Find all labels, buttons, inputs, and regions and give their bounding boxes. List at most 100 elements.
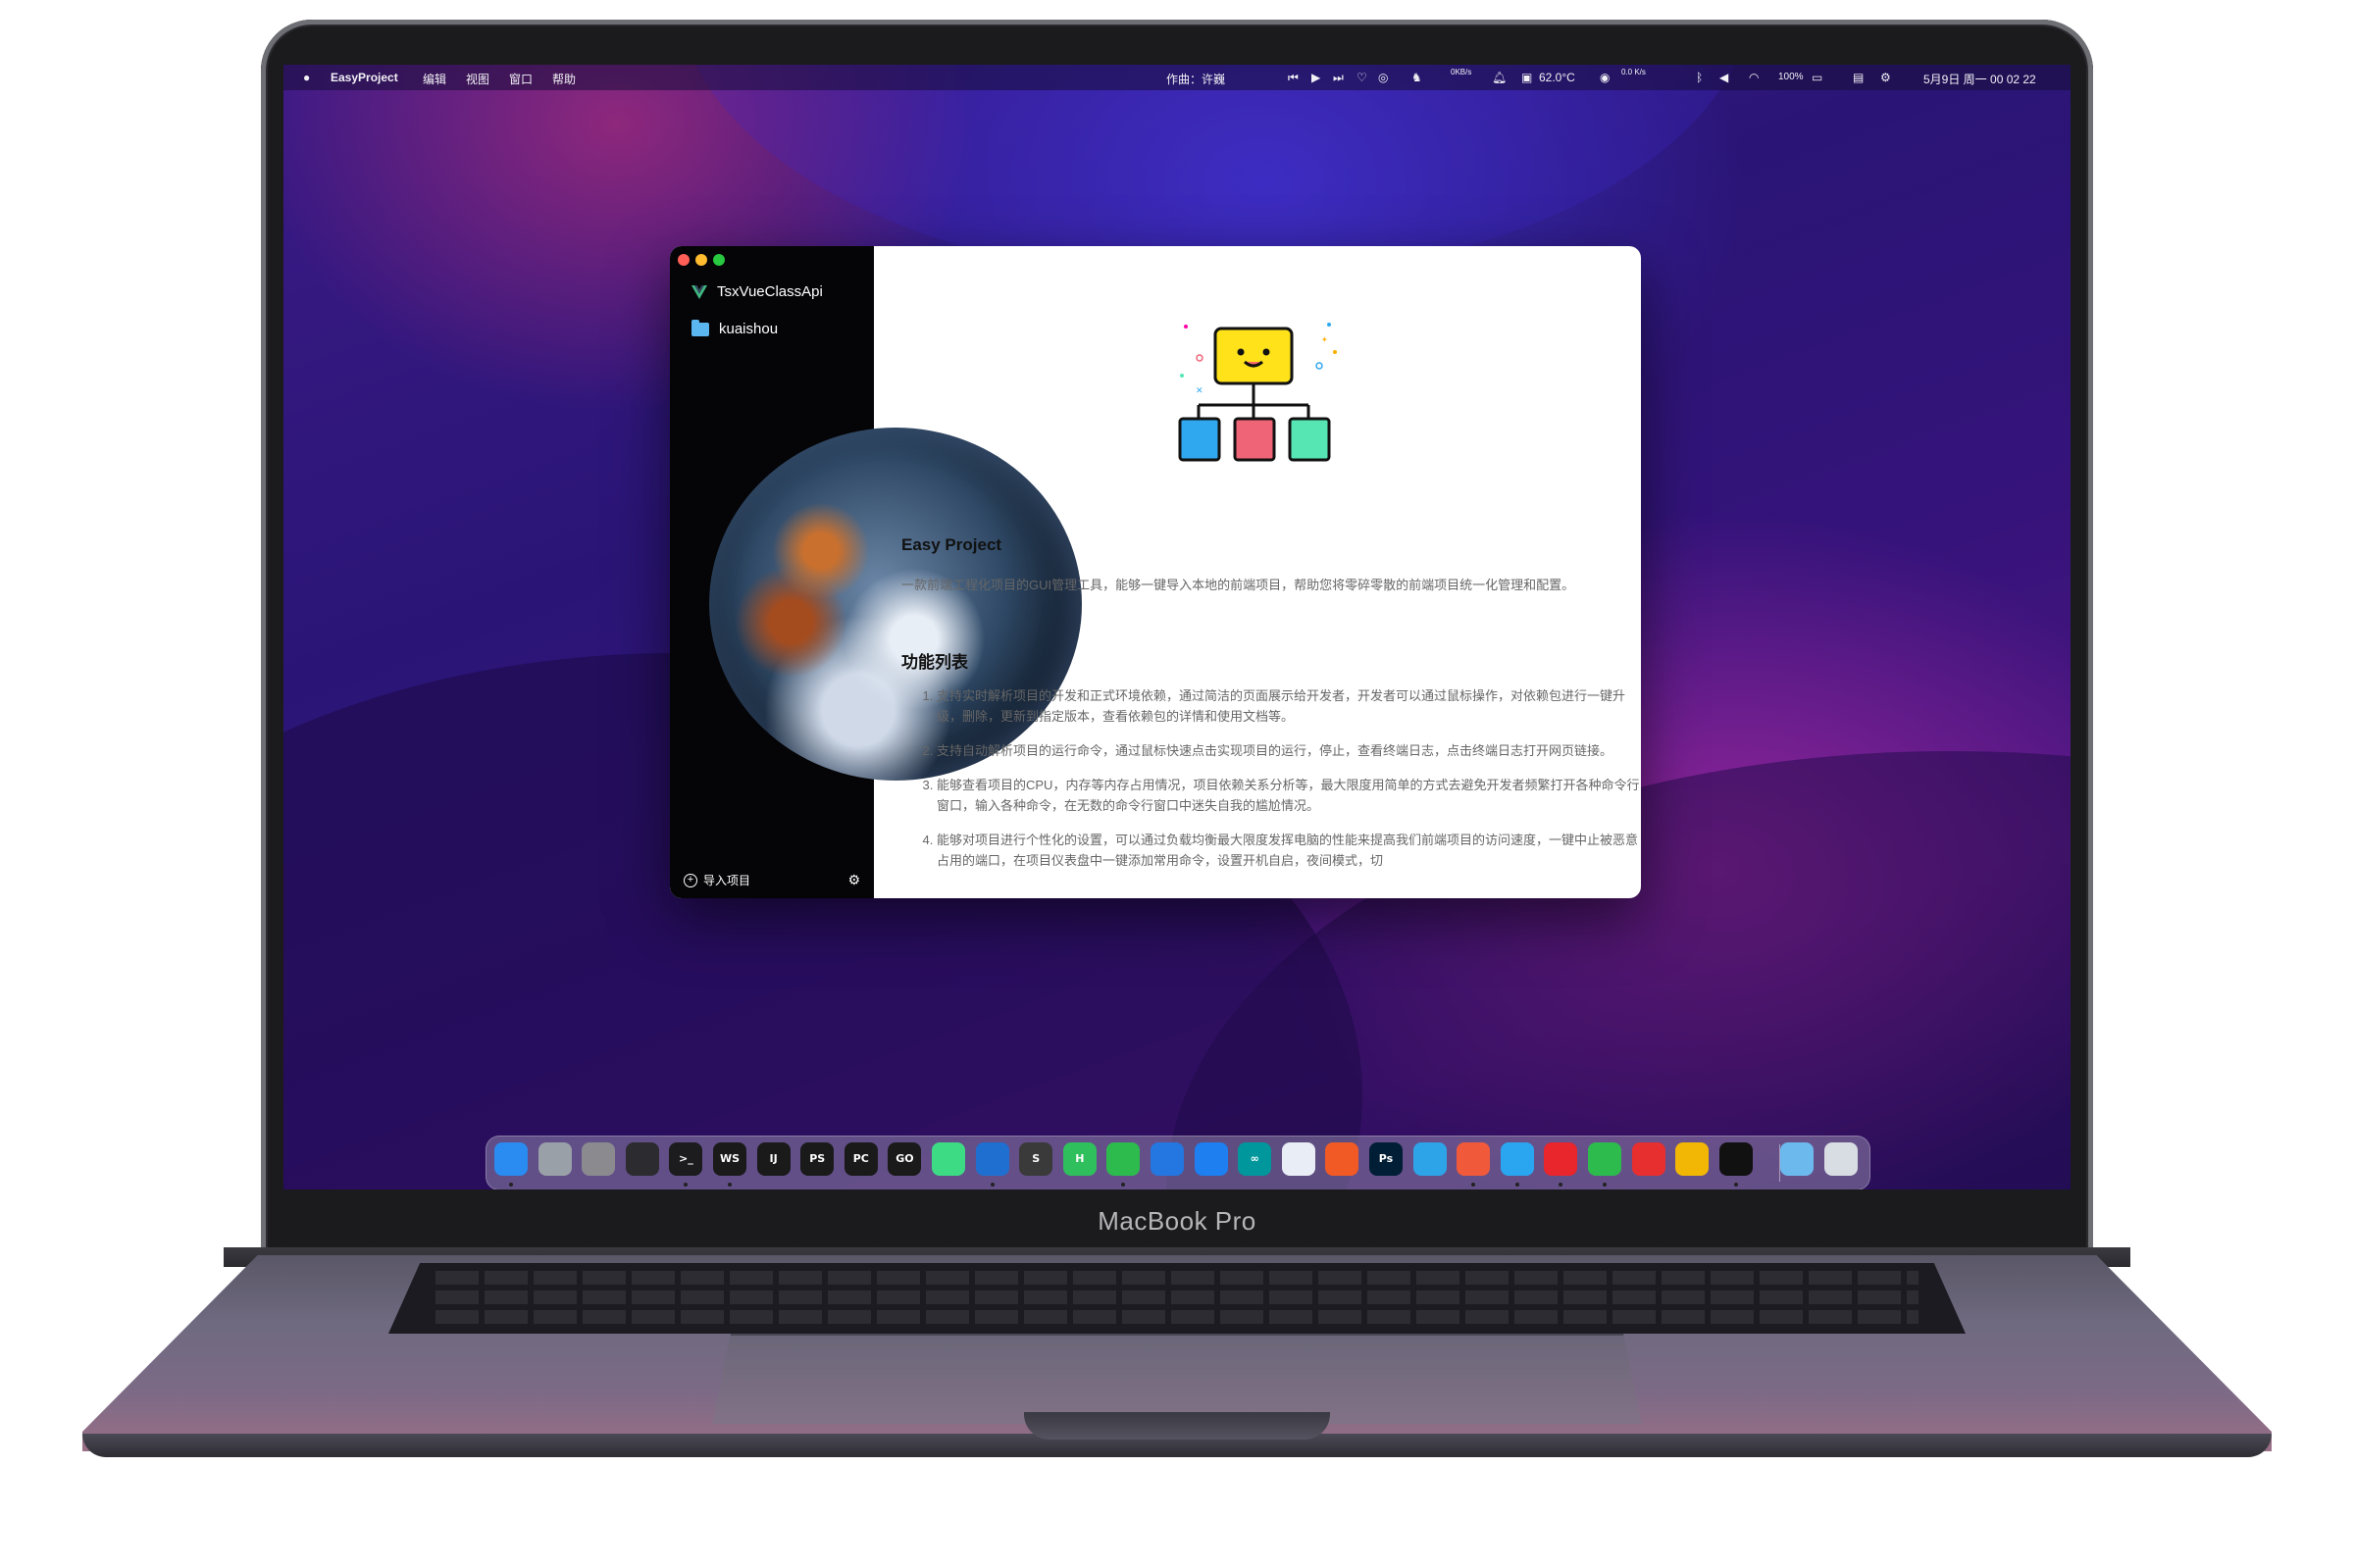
- key-row: [435, 1290, 1919, 1304]
- keyboard: [388, 1263, 1966, 1334]
- sidebar: TsxVueClassApi kuaishou + 导入项目 ⚙: [670, 246, 1082, 898]
- play-icon[interactable]: ▶: [1311, 71, 1320, 84]
- phpstorm-icon[interactable]: PS: [800, 1142, 835, 1176]
- folder-icon[interactable]: [1780, 1142, 1815, 1176]
- menu-bar: ● EasyProject 编辑 视图 窗口 帮助 作曲：许巍 ⏮ ▶ ⏭ ♡ …: [283, 65, 2071, 90]
- running-indicator-dot: [1603, 1183, 1607, 1187]
- menu-help[interactable]: 帮助: [552, 71, 576, 87]
- feature-item: 能够对项目进行个性化的设置，可以通过负载均衡最大限度发挥电脑的性能来提高我们前端…: [937, 830, 1641, 871]
- screen: ● EasyProject 编辑 视图 窗口 帮助 作曲：许巍 ⏮ ▶ ⏭ ♡ …: [283, 65, 2071, 1189]
- easyproject-icon[interactable]: [1718, 1142, 1753, 1176]
- sidebar-item-tsxvueclassapi[interactable]: TsxVueClassApi: [691, 283, 823, 300]
- running-indicator-dot: [1733, 1183, 1738, 1187]
- battery-percent[interactable]: 100%: [1778, 72, 1804, 82]
- vscode-icon[interactable]: [975, 1142, 1009, 1176]
- easyproject-window: TsxVueClassApi kuaishou + 导入项目 ⚙ ✕ ✦ Eas…: [670, 246, 1641, 898]
- wechat-icon[interactable]: [1588, 1142, 1621, 1176]
- xcode-icon[interactable]: [1151, 1142, 1184, 1176]
- pencil-app-icon[interactable]: [1325, 1142, 1359, 1176]
- chrome-icon[interactable]: [1675, 1142, 1710, 1176]
- apple-logo-icon[interactable]: ●: [303, 71, 310, 84]
- intellij-icon[interactable]: IJ: [756, 1142, 791, 1176]
- key-row: [435, 1271, 1919, 1285]
- bluetooth-icon[interactable]: ᛒ: [1696, 71, 1703, 84]
- next-track-icon[interactable]: ⏭: [1333, 71, 1344, 85]
- menu-edit[interactable]: 编辑: [423, 71, 446, 87]
- features-list: 支持实时解析项目的开发和正式环境依赖，通过简洁的页面展示给开发者，开发者可以通过…: [901, 685, 1641, 885]
- app-switcher-icon[interactable]: ▤: [1853, 71, 1864, 84]
- upload-speed[interactable]: 0.0 K/s: [1621, 68, 1646, 76]
- menu-window[interactable]: 窗口: [509, 71, 533, 87]
- status-ring-icon[interactable]: ◉: [1600, 71, 1610, 84]
- running-indicator-dot: [1471, 1183, 1476, 1187]
- previous-track-icon[interactable]: ⏮: [1288, 71, 1299, 85]
- running-indicator-dot: [1559, 1183, 1563, 1187]
- qq-icon[interactable]: [1500, 1142, 1534, 1176]
- running-indicator-dot: [684, 1183, 689, 1187]
- database-icon[interactable]: [1412, 1142, 1447, 1176]
- pycharm-icon[interactable]: PC: [844, 1142, 878, 1176]
- network-speed[interactable]: 0KB/s: [1451, 68, 1471, 76]
- zoom-window-button[interactable]: [713, 254, 725, 266]
- webstorm-icon[interactable]: WS: [713, 1142, 746, 1176]
- heart-icon[interactable]: ♡: [1356, 71, 1367, 84]
- qq-alt-icon[interactable]: [1631, 1142, 1665, 1176]
- instruments-icon[interactable]: [1194, 1142, 1228, 1176]
- arduino-icon[interactable]: ∞: [1238, 1142, 1272, 1176]
- launchpad-icon[interactable]: [537, 1142, 572, 1176]
- sidebar-item-kuaishou[interactable]: kuaishou: [691, 319, 779, 337]
- android-studio-icon[interactable]: [932, 1142, 965, 1176]
- sidebar-item-label: TsxVueClassApi: [717, 283, 823, 300]
- menu-app-name[interactable]: EasyProject: [331, 71, 398, 84]
- minimize-window-button[interactable]: [695, 254, 707, 266]
- cpu-temperature[interactable]: 62.0°C: [1539, 71, 1575, 84]
- close-window-button[interactable]: [678, 254, 690, 266]
- vue-icon: [691, 284, 707, 299]
- cpu-temp-icon[interactable]: ▣: [1521, 71, 1532, 84]
- now-playing-text[interactable]: 作曲：许巍: [1166, 71, 1225, 87]
- bell-icon[interactable]: 🔔︎: [1492, 71, 1507, 84]
- goland-icon[interactable]: GO: [888, 1142, 922, 1176]
- finder-icon[interactable]: [494, 1142, 528, 1176]
- lid-notch: [1024, 1412, 1330, 1440]
- running-indicator-dot: [990, 1183, 995, 1187]
- project-intro-content: ✕ ✦ Easy Project 一款前端工程化项目的GUI管理工具，能够一键导…: [874, 246, 1641, 898]
- svg-text:✕: ✕: [1196, 385, 1203, 395]
- import-project-button[interactable]: + 导入项目: [684, 872, 750, 888]
- running-indicator-dot: [1121, 1183, 1126, 1187]
- photoshop-icon[interactable]: Ps: [1369, 1142, 1403, 1176]
- cat-icon[interactable]: ♞: [1411, 71, 1422, 84]
- svg-text:✦: ✦: [1321, 335, 1328, 344]
- running-indicator-dot: [1514, 1183, 1519, 1187]
- battery-icon[interactable]: ▭: [1812, 71, 1822, 84]
- sourcetree-icon[interactable]: [1281, 1142, 1315, 1176]
- netease-music-icon[interactable]: [1544, 1142, 1578, 1176]
- feature-item: 支持自动解析项目的运行命令，通过鼠标快速点击实现项目的运行，停止，查看终端日志，…: [937, 740, 1641, 761]
- features-heading: 功能列表: [901, 653, 968, 672]
- trash-icon[interactable]: [1824, 1142, 1858, 1176]
- dock: >_ WS IJ PS PC GO S H ∞ Ps: [486, 1136, 1870, 1189]
- menu-clock[interactable]: 5月9日 周一 00 02 22: [1923, 71, 2036, 87]
- project-description: 一款前端工程化项目的GUI管理工具，能够一键导入本地的前端项目，帮助您将零碎零散…: [901, 578, 1575, 592]
- plus-circle-icon: +: [684, 873, 697, 887]
- control-center-icon[interactable]: ⚙: [1880, 71, 1891, 84]
- running-indicator-dot: [509, 1183, 513, 1187]
- volume-icon[interactable]: ◀: [1719, 71, 1728, 84]
- netease-icon[interactable]: ◎: [1378, 71, 1388, 84]
- settings-gear-icon[interactable]: ⚙: [847, 872, 860, 888]
- key-row: [435, 1310, 1919, 1324]
- project-hierarchy-illustration: ✕ ✦: [1178, 323, 1337, 462]
- menu-view[interactable]: 视图: [466, 71, 489, 87]
- calendar-app-icon[interactable]: [1457, 1142, 1491, 1176]
- activity-monitor-icon[interactable]: [625, 1142, 659, 1176]
- hbuilder-icon[interactable]: H: [1062, 1142, 1097, 1176]
- system-preferences-icon[interactable]: [582, 1142, 616, 1176]
- trackpad: [712, 1334, 1642, 1424]
- terminal-icon[interactable]: >_: [669, 1142, 703, 1176]
- wifi-icon[interactable]: ◠: [1749, 71, 1759, 84]
- sidebar-item-label: kuaishou: [719, 321, 779, 337]
- wechat-devtools-icon[interactable]: [1106, 1142, 1141, 1176]
- dock-separator: [1779, 1144, 1780, 1182]
- sublime-text-icon[interactable]: S: [1019, 1142, 1053, 1176]
- running-indicator-dot: [728, 1183, 732, 1187]
